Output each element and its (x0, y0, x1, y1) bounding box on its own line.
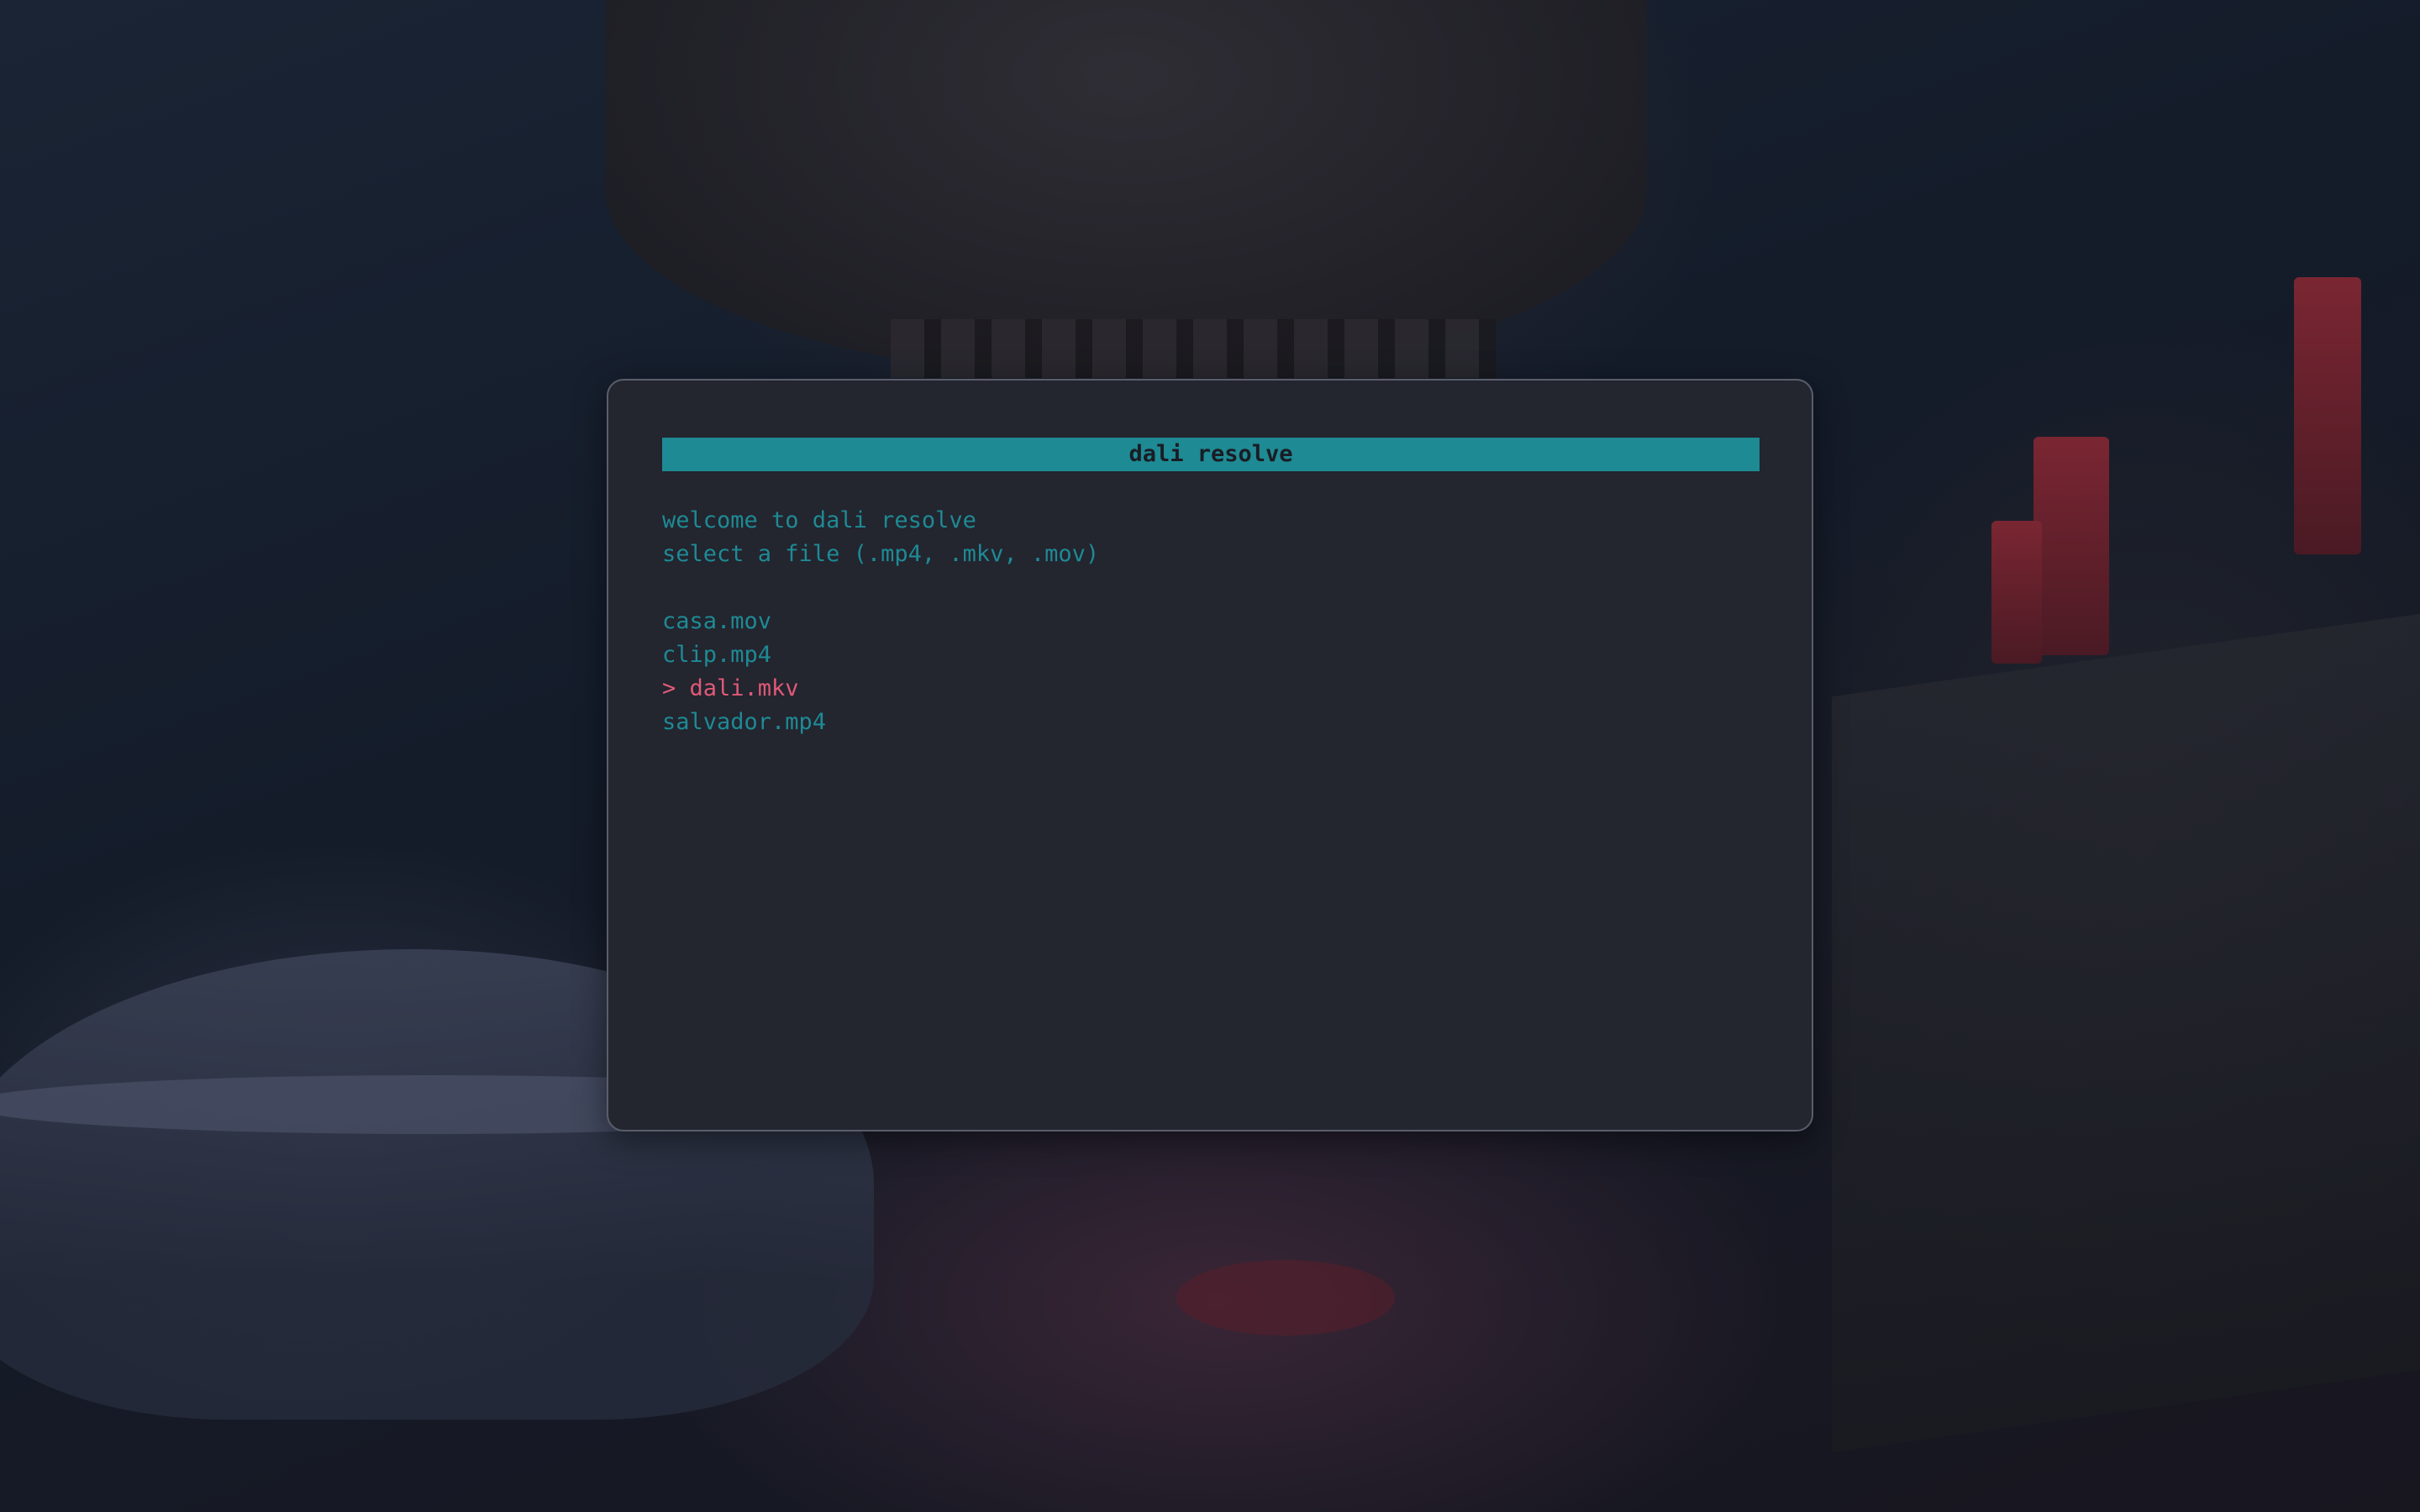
wallpaper-grill (891, 319, 1496, 378)
wallpaper-candle (1991, 521, 2042, 664)
window-title: dali resolve (662, 438, 1760, 471)
file-item-dali-selected[interactable]: > dali.mkv (662, 672, 799, 706)
wallpaper-cabinet (1832, 613, 2420, 1453)
welcome-message: welcome to dali resolve (662, 507, 976, 533)
select-file-prompt: select a file (.mp4, .mkv, .mov) (662, 541, 1100, 567)
wallpaper-machine (605, 0, 1647, 378)
dali-resolve-window: dali resolve welcome to dali resolve sel… (607, 379, 1813, 1131)
wallpaper-candle (2033, 437, 2109, 655)
wallpaper-floor-stain (1176, 1260, 1395, 1336)
wallpaper-candle (2294, 277, 2361, 554)
file-item-salvador[interactable]: salvador.mp4 (662, 706, 826, 739)
file-item-clip[interactable]: clip.mp4 (662, 638, 771, 672)
file-item-casa[interactable]: casa.mov (662, 605, 771, 638)
